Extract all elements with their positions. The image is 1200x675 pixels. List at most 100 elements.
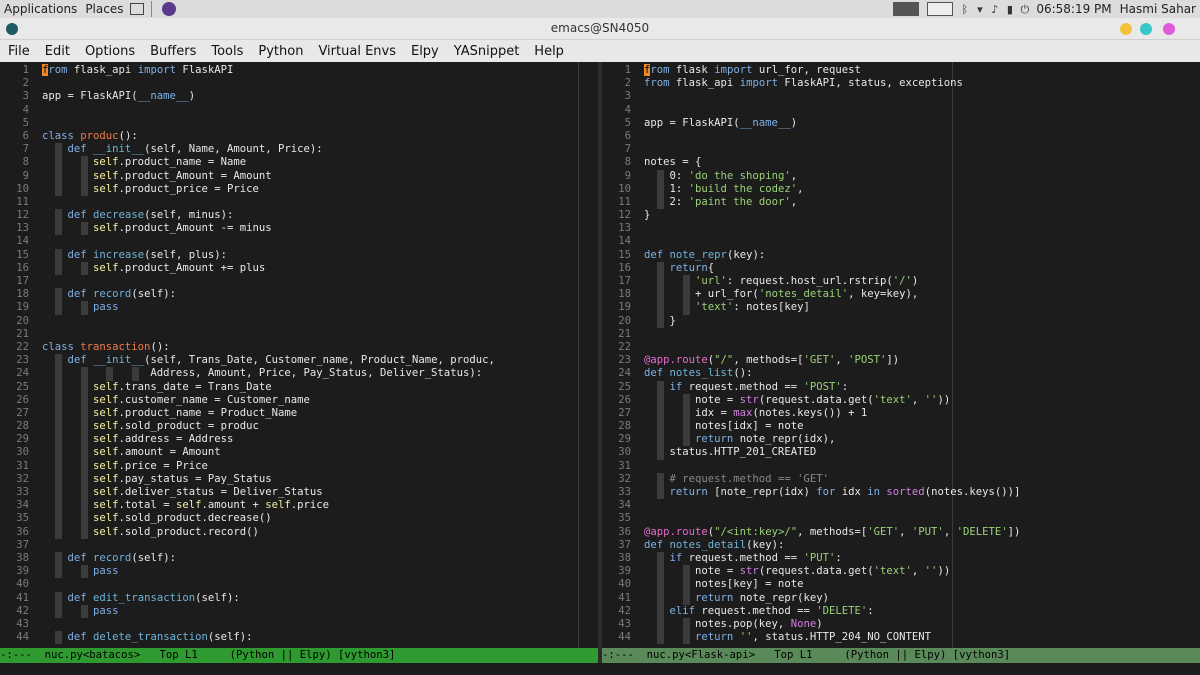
code-line[interactable]: 41 def edit_transaction(self): xyxy=(0,591,598,605)
code-line[interactable]: 27 idx = max(notes.keys()) + 1 xyxy=(602,406,1200,421)
code-line[interactable]: 1 from flask_api import FlaskAPI xyxy=(0,64,598,77)
code-line[interactable]: 11 2: 'paint the door', xyxy=(602,195,1200,210)
code-line[interactable]: 30 self.amount = Amount xyxy=(0,446,598,460)
code-line[interactable]: 25 self.trans_date = Trans_Date xyxy=(0,380,598,394)
modeline-left[interactable]: -:--- nuc.py<batacos> Top L1 (Python || … xyxy=(0,648,598,663)
menu-file[interactable]: File xyxy=(0,44,37,59)
code-line[interactable]: 28 self.sold_product = produc xyxy=(0,420,598,434)
code-line[interactable]: 4 xyxy=(0,104,598,117)
code-line[interactable]: 42 elif request.method == 'DELETE': xyxy=(602,604,1200,618)
menu-python[interactable]: Python xyxy=(250,44,310,59)
close-button[interactable] xyxy=(1163,23,1175,35)
menu-edit[interactable]: Edit xyxy=(37,44,77,59)
code-line[interactable]: 20 } xyxy=(602,314,1200,328)
code-line[interactable]: 24 Address, Amount, Price, Pay_Status, D… xyxy=(0,367,598,381)
code-line[interactable]: 34 xyxy=(602,499,1200,512)
code-line[interactable]: 16 return{ xyxy=(602,261,1200,275)
code-line[interactable]: 9 self.product_Amount = Amount xyxy=(0,169,598,183)
code-line[interactable]: 40 notes[key] = note xyxy=(602,578,1200,592)
code-line[interactable]: 8 notes = { xyxy=(602,156,1200,169)
code-line[interactable]: 37 xyxy=(0,539,598,552)
code-line[interactable]: 12} xyxy=(602,209,1200,222)
code-line[interactable]: 6 class produc(): xyxy=(0,130,598,143)
code-line[interactable]: 31 self.price = Price xyxy=(0,459,598,473)
code-line[interactable]: 21 xyxy=(0,328,598,341)
menu-virtual-envs[interactable]: Virtual Envs xyxy=(310,44,403,59)
code-line[interactable]: 42 pass xyxy=(0,604,598,618)
code-line[interactable]: 33 self.deliver_status = Deliver_Status xyxy=(0,486,598,500)
power-icon[interactable]: ⏻ xyxy=(1018,3,1031,16)
menu-yasnippet[interactable]: YASnippet xyxy=(446,44,527,59)
code-line[interactable]: 2 from flask_api import FlaskAPI, status,… xyxy=(602,77,1200,90)
code-line[interactable]: 13 xyxy=(602,222,1200,235)
code-line[interactable]: 34 self.total = self.amount + self.price xyxy=(0,499,598,513)
code-line[interactable]: 24 def notes_list(): xyxy=(602,367,1200,380)
code-line[interactable]: 43 xyxy=(0,618,598,631)
code-line[interactable]: 15 def increase(self, plus): xyxy=(0,248,598,262)
code-line[interactable]: 10 self.product_price = Price xyxy=(0,182,598,196)
code-line[interactable]: 43 notes.pop(key, None) xyxy=(602,617,1200,632)
code-line[interactable]: 23 @app.route("/", methods=['GET', 'POST'… xyxy=(602,354,1200,367)
applications-menu[interactable]: Applications xyxy=(0,2,81,16)
code-line[interactable]: 3 xyxy=(602,90,1200,103)
bluetooth-icon[interactable]: ᛒ xyxy=(958,3,971,16)
code-line[interactable]: 35 self.sold_product.decrease() xyxy=(0,512,598,526)
minimize-button[interactable] xyxy=(1120,23,1132,35)
code-line[interactable]: 20 xyxy=(0,315,598,328)
code-line[interactable]: 38 def record(self): xyxy=(0,551,598,566)
code-line[interactable]: 10 1: 'build the codez', xyxy=(602,182,1200,196)
code-line[interactable]: 19 'text': notes[key] xyxy=(602,301,1200,315)
code-line[interactable]: 40 xyxy=(0,578,598,591)
modeline-right[interactable]: -:--- nuc.py<Flask-api> Top L1 (Python |… xyxy=(602,648,1200,663)
menu-elpy[interactable]: Elpy xyxy=(403,44,446,59)
code-line[interactable]: 17 'url': request.host_url.rstrip('/') xyxy=(602,275,1200,289)
code-line[interactable]: 35 xyxy=(602,512,1200,525)
code-line[interactable]: 22 xyxy=(602,341,1200,354)
editor-pane-right[interactable]: 1 from flask import url_for, request 2 from… xyxy=(602,62,1200,648)
code-line[interactable]: 27 self.product_name = Product_Name xyxy=(0,406,598,421)
window-titlebar[interactable]: emacs@SN4050 xyxy=(0,18,1200,40)
code-line[interactable]: 9 0: 'do the shoping', xyxy=(602,169,1200,183)
code-line[interactable]: 15 def note_repr(key): xyxy=(602,249,1200,262)
code-line[interactable]: 11 xyxy=(0,196,598,209)
menu-tools[interactable]: Tools xyxy=(203,44,250,59)
user-menu[interactable]: Hasmi Sahar xyxy=(1116,2,1200,16)
places-menu[interactable]: Places xyxy=(81,2,127,16)
code-line[interactable]: 5 app = FlaskAPI(__name__) xyxy=(602,117,1200,130)
menu-buffers[interactable]: Buffers xyxy=(142,44,203,59)
code-line[interactable]: 3 app = FlaskAPI(__name__) xyxy=(0,90,598,103)
code-line[interactable]: 29 return note_repr(idx), xyxy=(602,433,1200,447)
code-line[interactable]: 28 notes[idx] = note xyxy=(602,420,1200,434)
code-line[interactable]: 26 note = str(request.data.get('text', '… xyxy=(602,393,1200,407)
workspace-1[interactable] xyxy=(893,2,920,16)
code-line[interactable]: 21 xyxy=(602,328,1200,341)
volume-icon[interactable]: ♪ xyxy=(988,3,1001,16)
emacs-taskbar-icon[interactable] xyxy=(162,2,177,16)
launcher-icon[interactable] xyxy=(130,3,145,15)
code-line[interactable]: 13 self.product_Amount -= minus xyxy=(0,222,598,236)
code-lines-right[interactable]: 1 from flask import url_for, request 2 from… xyxy=(602,64,1200,645)
code-line[interactable]: 37 def notes_detail(key): xyxy=(602,539,1200,552)
code-line[interactable]: 22 class transaction(): xyxy=(0,341,598,354)
code-line[interactable]: 1 from flask import url_for, request xyxy=(602,64,1200,77)
code-line[interactable]: 32 # request.method == 'GET' xyxy=(602,472,1200,486)
maximize-button[interactable] xyxy=(1140,23,1152,35)
code-line[interactable]: 39 pass xyxy=(0,565,598,579)
code-line[interactable]: 44 return '', status.HTTP_204_NO_CONTENT xyxy=(602,631,1200,645)
code-line[interactable]: 33 return [note_repr(idx) for idx in sor… xyxy=(602,486,1200,500)
code-line[interactable]: 38 if request.method == 'PUT': xyxy=(602,551,1200,566)
editor-pane-left[interactable]: 1 from flask_api import FlaskAPI 2 3 app = F… xyxy=(0,62,598,648)
code-line[interactable]: 36 @app.route("/<int:key>/", methods=['GE… xyxy=(602,526,1200,539)
code-line[interactable]: 16 self.product_Amount += plus xyxy=(0,261,598,275)
code-line[interactable]: 6 xyxy=(602,130,1200,143)
code-line[interactable]: 14 xyxy=(602,235,1200,248)
code-line[interactable]: 29 self.address = Address xyxy=(0,433,598,447)
code-line[interactable]: 18 + url_for('notes_detail', key=key), xyxy=(602,288,1200,302)
code-line[interactable]: 41 return note_repr(key) xyxy=(602,591,1200,605)
code-line[interactable]: 36 self.sold_product.record() xyxy=(0,525,598,539)
code-line[interactable]: 7 def __init__(self, Name, Amount, Price… xyxy=(0,143,598,157)
code-line[interactable]: 26 self.customer_name = Customer_name xyxy=(0,393,598,407)
code-line[interactable]: 44 def delete_transaction(self): xyxy=(0,631,598,645)
minibuffer[interactable] xyxy=(0,663,1200,675)
code-line[interactable]: 18 def record(self): xyxy=(0,288,598,302)
